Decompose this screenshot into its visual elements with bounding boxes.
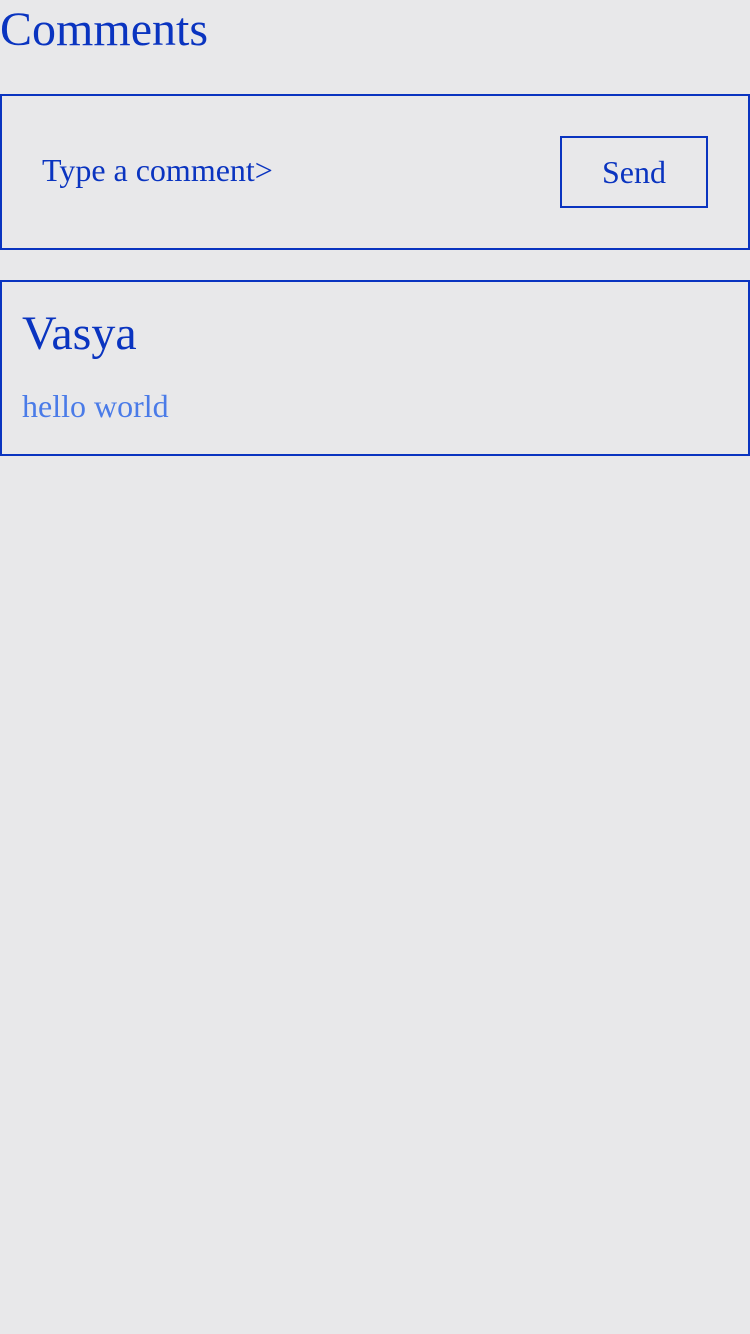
page-title: Comments — [0, 3, 209, 56]
comment-text: hello world — [22, 388, 169, 424]
comment-input[interactable] — [42, 144, 522, 196]
comment-composer: Send — [0, 94, 750, 250]
comment-card: Vasya hello world — [0, 280, 750, 456]
comment-author: Vasya — [22, 307, 137, 360]
send-button[interactable]: Send — [560, 136, 708, 208]
